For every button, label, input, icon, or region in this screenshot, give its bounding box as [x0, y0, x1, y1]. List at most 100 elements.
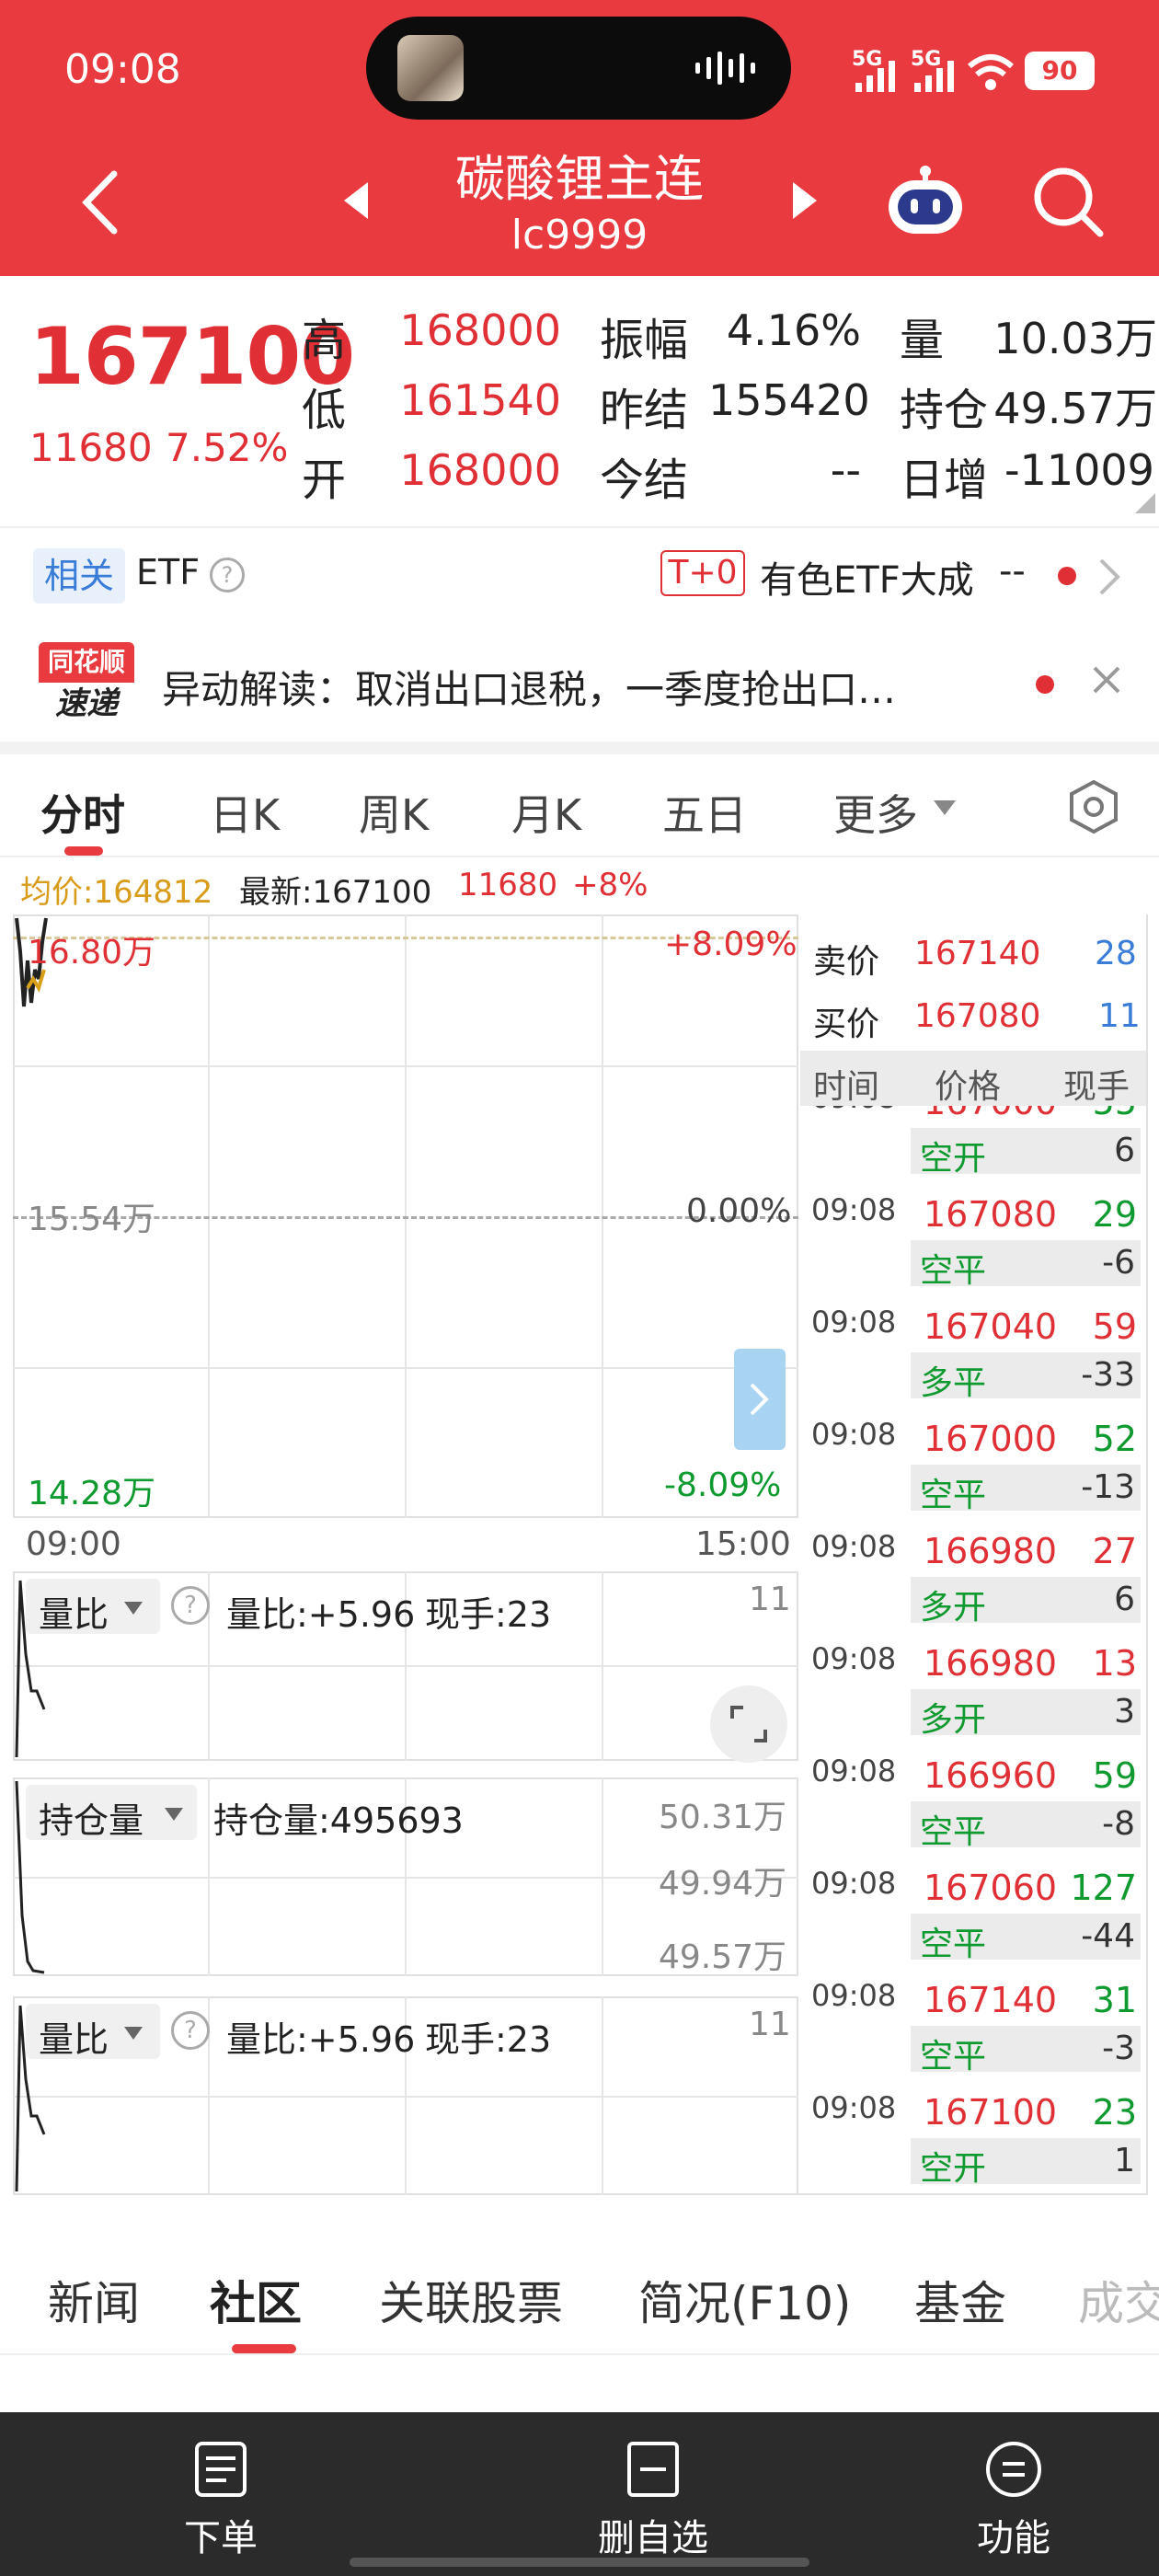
oi-scale-top: 50.31万 — [659, 1799, 787, 1836]
ai-robot-icon[interactable] — [883, 164, 968, 237]
related-etf-row[interactable]: 相关 ETF ? T+0 有色ETF大成 -- — [0, 526, 1159, 624]
trade-volume: 55 — [1093, 1106, 1137, 1122]
dropdown-arrow-icon — [124, 1602, 143, 1615]
functions-button[interactable]: 功能 — [922, 2440, 1106, 2561]
trade-hand: -3 — [1102, 2030, 1135, 2067]
corner-expand-icon[interactable] — [1135, 493, 1155, 513]
fullscreen-button[interactable] — [710, 1685, 787, 1763]
t0-tag: T+0 — [660, 550, 745, 596]
trade-type: 空平 — [920, 1813, 987, 1851]
indicator-selector-2[interactable]: 持仓量 — [26, 1785, 197, 1841]
latest-change-pct: +8% — [572, 867, 648, 903]
time-axis-end: 15:00 — [695, 1525, 791, 1563]
fullscreen-icon — [730, 1706, 767, 1742]
tab-fund[interactable]: 基金 — [914, 2267, 1006, 2333]
trade-price: 166980 — [924, 1531, 1058, 1571]
latest-price: 最新:167100 — [239, 874, 432, 911]
quote-value: 161540 — [399, 375, 561, 425]
trade-type: 多开 — [920, 1701, 987, 1739]
current-hand-value: 现手:23 — [425, 2019, 552, 2060]
tab-five-day[interactable]: 五日 — [662, 782, 747, 843]
indicator-name: 量比 — [39, 1594, 109, 1635]
trades-list[interactable]: 09:0816700055空开609:0816708029空平-609:0816… — [800, 1106, 1146, 2193]
help-icon[interactable]: ? — [210, 558, 245, 592]
trade-type: 空平 — [920, 1252, 987, 1290]
tab-intraday[interactable]: 分时 — [40, 782, 125, 843]
tonghuashun-logo: 同花顺 速递 — [39, 642, 134, 725]
trade-volume: 52 — [1092, 1419, 1137, 1459]
expand-side-panel-button[interactable] — [734, 1349, 786, 1450]
time-axis-start: 09:00 — [26, 1525, 121, 1563]
chevron-right-icon[interactable] — [1098, 558, 1120, 596]
tab-trades[interactable]: 成交 — [1078, 2267, 1159, 2333]
contract-title: 碳酸锂主连 — [455, 150, 704, 208]
trade-volume: 27 — [1092, 1531, 1137, 1571]
pct-axis-bottom-label: -8.09% — [664, 1466, 782, 1504]
tab-related-stocks[interactable]: 关联股票 — [379, 2267, 563, 2333]
bid-label: 买价 — [813, 1006, 880, 1043]
news-alert-row[interactable]: 同花顺 速递 异动解读：取消出口退税，一季度抢出口… — [0, 624, 1159, 742]
indicator-selector-1[interactable]: 量比 — [26, 1579, 160, 1635]
tab-news[interactable]: 新闻 — [48, 2267, 140, 2333]
open-interest-value: 持仓量:495693 — [213, 1800, 464, 1841]
quote-value: 49.57万 — [993, 384, 1157, 433]
trade-hand: -44 — [1081, 1917, 1135, 1955]
trade-type: 多平 — [920, 1364, 987, 1402]
news-headline[interactable]: 异动解读：取消出口退税，一季度抢出口… — [162, 659, 1017, 715]
tab-daily-k[interactable]: 日K — [210, 782, 280, 843]
pct-axis-mid-label: 0.00% — [686, 1192, 792, 1230]
help-icon[interactable]: ? — [171, 2011, 210, 2050]
battery-indicator: 90 — [1025, 52, 1095, 90]
trade-time: 09:08 — [811, 1417, 897, 1452]
related-tag: 相关 — [33, 548, 125, 604]
quote-panel: 167100 11680 7.52% 高 168000 振幅 4.16% 量 1… — [0, 276, 1159, 526]
dropdown-arrow-icon — [124, 2027, 143, 2040]
trade-price: 167140 — [924, 1980, 1058, 2020]
volume-ratio-value: 量比:+5.96 — [226, 2019, 416, 2060]
tab-weekly-k[interactable]: 周K — [359, 782, 429, 843]
tab-profile-f10[interactable]: 简况(F10) — [638, 2267, 851, 2333]
remove-watchlist-label: 删自选 — [598, 2517, 708, 2559]
quote-label: 低 — [302, 385, 347, 436]
indicator-selector-3[interactable]: 量比 — [26, 2004, 160, 2060]
signal-bars-icon — [855, 61, 895, 92]
dropdown-arrow-icon — [934, 800, 956, 815]
order-button[interactable]: 下单 — [129, 2440, 313, 2561]
trade-price: 167100 — [924, 2092, 1058, 2133]
chart-period-tabs: 分时 日K 周K 月K 五日 更多 — [0, 754, 1159, 857]
tab-more[interactable]: 更多 — [833, 782, 918, 843]
quote-label: 开 — [302, 454, 347, 506]
volume-ratio-value: 量比:+5.96 — [226, 1594, 416, 1635]
tab-monthly-k[interactable]: 月K — [511, 782, 581, 843]
trade-price: 166960 — [924, 1755, 1058, 1796]
prev-contract-icon[interactable] — [342, 180, 370, 221]
media-thumbnail — [397, 35, 464, 101]
trade-row: 09:08 166980 27 多开 6 — [800, 1520, 1146, 1632]
close-icon[interactable] — [1091, 664, 1122, 696]
home-indicator — [350, 2558, 809, 2567]
trade-volume: 59 — [1092, 1306, 1137, 1347]
trade-row: 09:08 166960 59 空平 -8 — [800, 1744, 1146, 1857]
header-bar: 09:08 5G 5G 90 碳酸锂主连 lc9999 — [0, 0, 1159, 276]
quote-label: 高 — [302, 315, 347, 366]
trade-row: 09:08 167080 29 空平 -6 — [800, 1183, 1146, 1295]
quote-value: 4.16% — [726, 305, 861, 355]
next-contract-icon[interactable] — [791, 180, 819, 221]
search-icon[interactable] — [1032, 166, 1106, 239]
etf-value: -- — [999, 550, 1026, 592]
dynamic-island — [366, 17, 791, 120]
trade-volume: 13 — [1092, 1643, 1137, 1684]
help-icon[interactable]: ? — [171, 1586, 210, 1625]
dropdown-arrow-icon — [165, 1808, 183, 1821]
indicator-name: 量比 — [39, 2019, 109, 2060]
tab-community[interactable]: 社区 — [210, 2267, 302, 2333]
trade-type: 空平 — [920, 1477, 987, 1514]
settings-hexagon-icon[interactable] — [1065, 778, 1122, 835]
trade-hand: 1 — [1114, 2142, 1135, 2179]
trade-type: 空平 — [920, 1926, 987, 1963]
oi-scale-bottom: 49.57万 — [659, 1938, 787, 1976]
etf-name[interactable]: 有色ETF大成 — [760, 550, 974, 604]
remove-watchlist-button[interactable]: 删自选 — [561, 2440, 745, 2561]
trade-time: 09:08 — [811, 1106, 896, 1115]
bottom-action-bar: 下单 删自选 功能 — [0, 2412, 1159, 2576]
